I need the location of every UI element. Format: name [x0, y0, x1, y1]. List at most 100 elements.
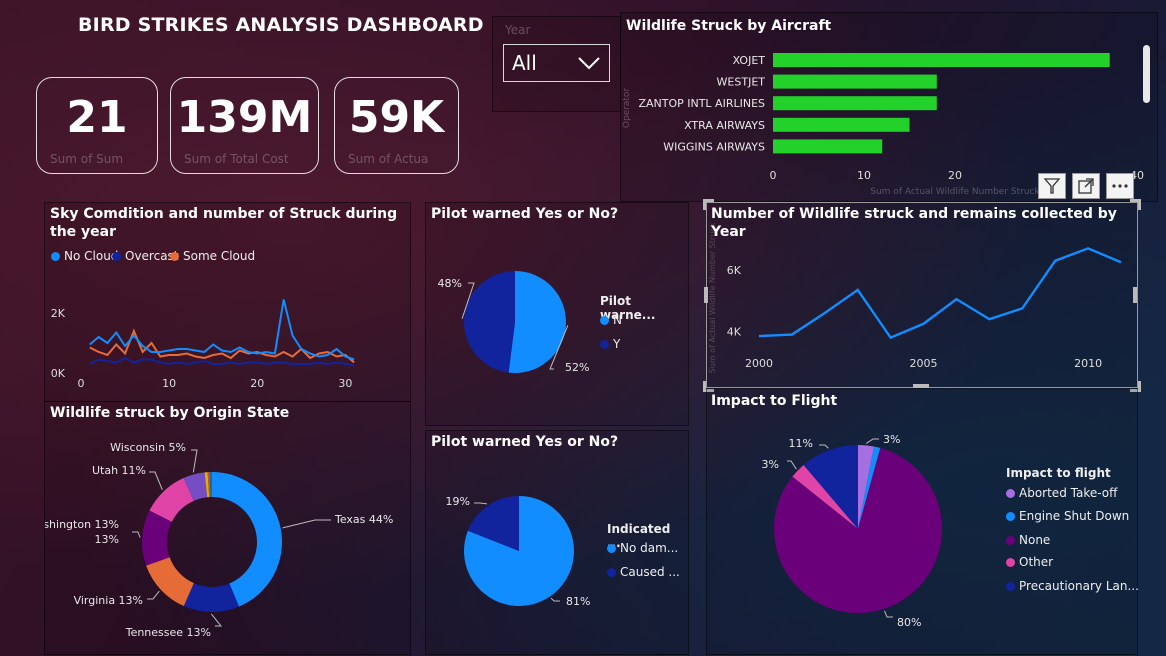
- series-line: [89, 356, 355, 367]
- sky-condition-panel: Sky Comdition and number of Struck durin…: [44, 202, 411, 402]
- legend-label: Caused ...: [620, 565, 680, 579]
- bar: [773, 117, 910, 132]
- legend-dot: [600, 316, 609, 325]
- legend-label: Precautionary Lan...: [1019, 579, 1139, 593]
- data-label: 3%: [883, 433, 900, 446]
- filter-button[interactable]: [1038, 173, 1066, 199]
- legend-dot: [1006, 512, 1015, 521]
- y-axis-label: Operator: [622, 88, 632, 129]
- impact-panel: Impact to Flight 3% 80% 3% 11% Impact to fl…: [706, 388, 1139, 655]
- sky-line-chart: 0K 2K 0 10 20 30: [51, 299, 355, 390]
- leader-line: [282, 519, 331, 529]
- legend-dot: [1006, 558, 1015, 567]
- data-label-suffix: 13%: [95, 533, 119, 546]
- resize-handle[interactable]: [1133, 287, 1137, 303]
- resize-handle[interactable]: [704, 287, 708, 303]
- category-label: XTRA AIRWAYS: [684, 119, 765, 132]
- data-label: Wisconsin 5%: [110, 441, 186, 454]
- legend-title: Impact to flight: [1006, 466, 1111, 480]
- legend-label: No dam...: [620, 541, 679, 555]
- x-tick-label: 0: [78, 377, 85, 390]
- slicer-label: Year: [505, 23, 531, 37]
- leader-line: [210, 613, 223, 627]
- kpi-value: 139M: [176, 92, 313, 143]
- legend-item-caused-damage[interactable]: Caused ...: [607, 565, 680, 579]
- filter-icon: [1043, 178, 1061, 194]
- kpi-label: Sum of Sum: [50, 152, 124, 166]
- data-label: 80%: [897, 616, 921, 629]
- leader-line: [147, 590, 160, 600]
- kpi-value: 59K: [348, 92, 445, 143]
- data-label: 48%: [438, 277, 462, 290]
- kpi-card-actual[interactable]: 59K Sum of Actua: [334, 77, 459, 174]
- y-tick-label: 2K: [51, 307, 66, 320]
- legend-dot: [607, 544, 616, 553]
- leader-line: [884, 610, 893, 618]
- more-options-button[interactable]: [1106, 173, 1134, 199]
- data-label: 11%: [789, 437, 813, 450]
- y-axis-label: Sum of Actual Wildlife Number Struck: [708, 222, 717, 373]
- x-tick-label: 2010: [1074, 357, 1102, 370]
- legend-item-n[interactable]: N: [600, 313, 622, 327]
- y-tick-label: 6K: [727, 264, 742, 277]
- x-tick-label: 2005: [910, 357, 938, 370]
- bar: [773, 139, 883, 154]
- category-label: XOJET: [733, 54, 766, 67]
- data-label: Tennessee 13%: [125, 626, 211, 639]
- x-tick-label: 2000: [745, 357, 773, 370]
- leader-line: [819, 444, 829, 449]
- kpi-card-sum[interactable]: 21 Sum of Sum: [36, 77, 158, 174]
- y-tick-label: 4K: [727, 325, 742, 338]
- pie-slice: [183, 583, 240, 612]
- pie-slice: [508, 271, 566, 373]
- legend-item-no-damage[interactable]: No dam...: [607, 541, 678, 555]
- bar: [773, 96, 937, 111]
- legend-item-none[interactable]: None: [1006, 533, 1050, 547]
- leader-line: [865, 438, 879, 444]
- data-label: Utah 11%: [92, 464, 146, 477]
- year-slicer: Year All: [492, 16, 621, 112]
- legend-label: Other: [1019, 555, 1054, 569]
- x-tick-label: 20: [948, 169, 962, 182]
- data-label: Texas 44%: [334, 513, 393, 526]
- leader-line: [132, 531, 141, 538]
- data-label: Virginia 13%: [74, 594, 143, 607]
- legend-item-precautionary[interactable]: Precautionary Lan...: [1006, 579, 1139, 593]
- year-dropdown[interactable]: All: [503, 44, 610, 82]
- resize-handle[interactable]: [1130, 199, 1141, 210]
- kpi-label: Sum of Total Cost: [184, 152, 289, 166]
- origin-state-donut: Texas 44% Tennessee 13% Virginia 13% Washin…: [45, 441, 393, 639]
- dashboard-title: BIRD STRIKES ANALYSIS DASHBOARD: [78, 14, 484, 36]
- leader-line: [474, 502, 488, 505]
- category-label: WIGGINS AIRWAYS: [663, 140, 765, 153]
- kpi-card-total-cost[interactable]: 139M Sum of Total Cost: [170, 77, 319, 174]
- legend-item-y[interactable]: Y: [600, 337, 620, 351]
- bar: [773, 74, 937, 89]
- legend-dot: [1006, 536, 1015, 545]
- data-label: 52%: [565, 361, 589, 374]
- scrollbar[interactable]: [1143, 45, 1150, 103]
- focus-mode-button[interactable]: [1072, 173, 1100, 199]
- legend-dot: [1006, 489, 1015, 498]
- origin-state-panel: Wildlife struck by Origin State Texas 44…: [44, 401, 411, 655]
- legend-label: None: [1019, 533, 1051, 547]
- pie-slice: [463, 271, 515, 373]
- category-label: ZANTOP INTL AIRLINES: [638, 97, 765, 110]
- legend-item-engine-shut-down[interactable]: Engine Shut Down: [1006, 509, 1129, 523]
- y-tick-label: 0K: [51, 367, 66, 380]
- x-tick-label: 30: [338, 377, 352, 390]
- kpi-label: Sum of Actua: [348, 152, 429, 166]
- data-label: 19%: [446, 495, 470, 508]
- legend-item-other[interactable]: Other: [1006, 555, 1053, 569]
- legend-item-aborted[interactable]: Aborted Take-off: [1006, 486, 1117, 500]
- data-label: 81%: [566, 595, 590, 608]
- resize-handle[interactable]: [703, 199, 714, 210]
- legend-label: N: [613, 313, 622, 327]
- leader-line: [550, 597, 560, 602]
- category-label: WESTJET: [717, 76, 766, 89]
- x-tick-label: 10: [857, 169, 871, 182]
- legend-label: Aborted Take-off: [1019, 486, 1118, 500]
- chevron-down-icon: [578, 57, 600, 70]
- data-label: Washington 13%: [45, 518, 119, 531]
- x-axis-label: Sum of Actual Wildlife Number Struck: [870, 187, 1040, 197]
